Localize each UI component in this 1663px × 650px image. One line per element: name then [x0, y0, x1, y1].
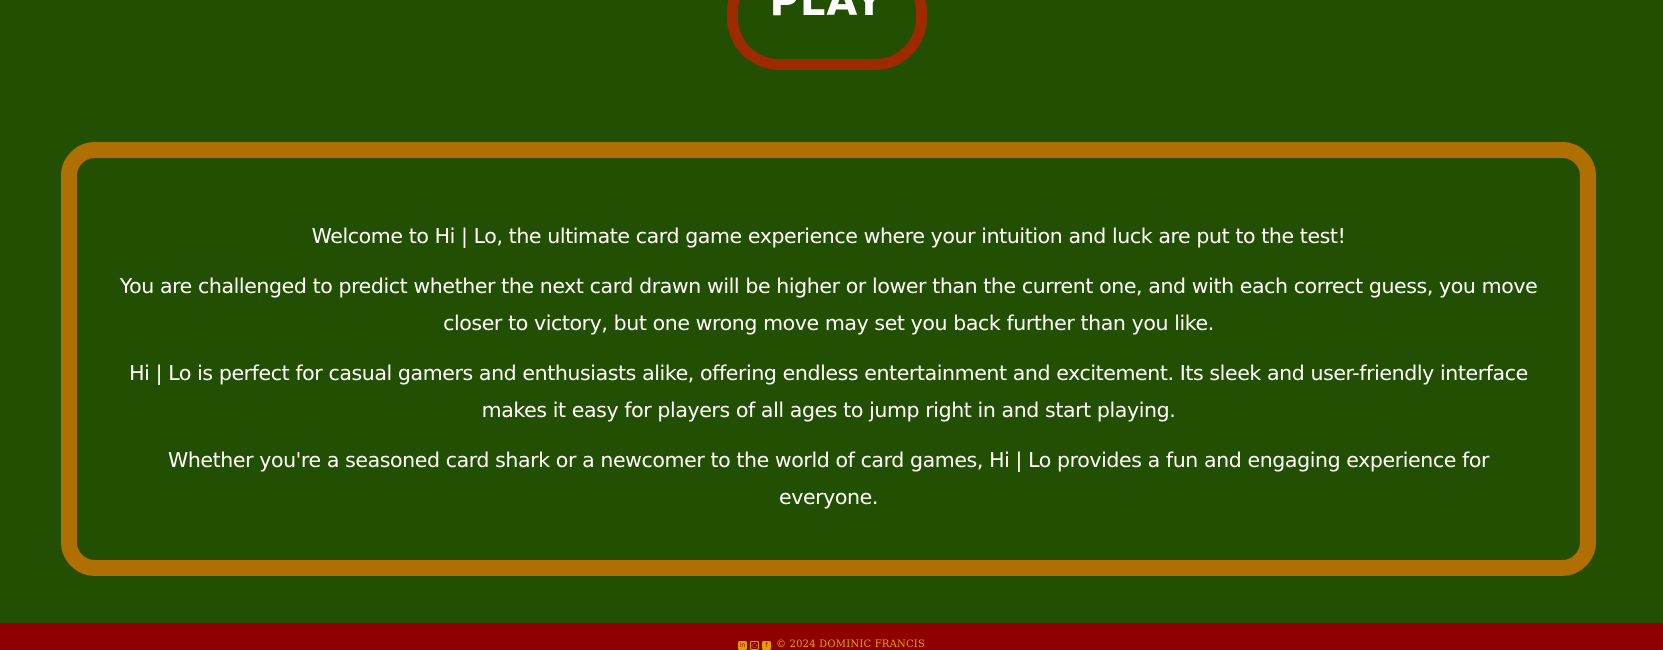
intro-paragraph-rules: You are challenged to predict whether th…: [119, 274, 1538, 335]
footer: in ○ f © 2024 DOMINIC FRANCIS: [0, 623, 1663, 650]
intro-panel: Welcome to Hi | Lo, the ultimate card ga…: [61, 142, 1596, 576]
play-button[interactable]: PLAY: [727, 0, 927, 70]
linkedin-icon[interactable]: in: [737, 641, 747, 650]
intro-paragraph-closing: Whether you're a seasoned card shark or …: [167, 448, 1490, 509]
intro-paragraph-welcome: Welcome to Hi | Lo, the ultimate card ga…: [311, 224, 1346, 248]
footer-copyright: © 2024 DOMINIC FRANCIS: [775, 639, 926, 650]
instagram-icon[interactable]: ○: [749, 641, 759, 650]
facebook-icon[interactable]: f: [761, 641, 771, 650]
intro-paragraph-audience: Hi | Lo is perfect for casual gamers and…: [129, 361, 1528, 422]
